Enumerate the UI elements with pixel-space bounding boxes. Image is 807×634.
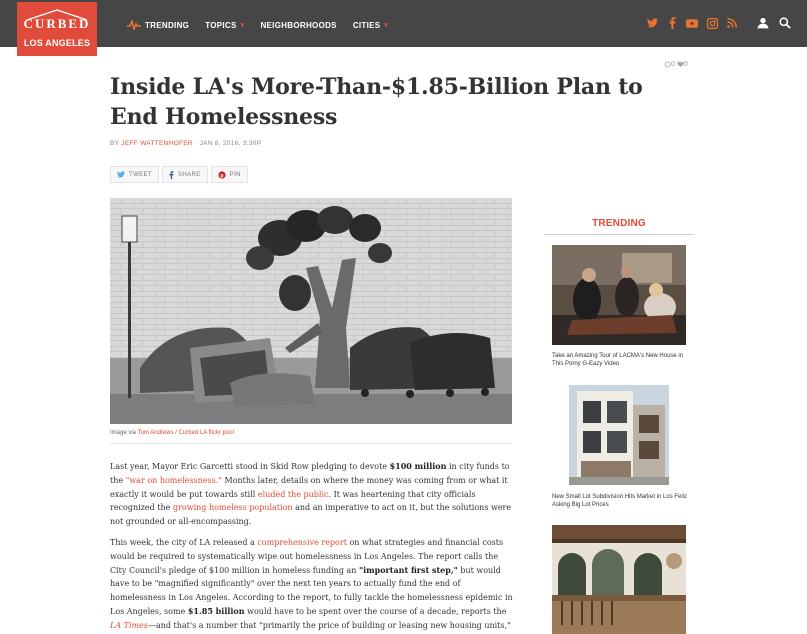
- pulse-icon: [127, 20, 141, 30]
- facebook-share-button[interactable]: SHARE: [162, 166, 208, 183]
- tweet-label: TWEET: [129, 171, 152, 178]
- p1-bold: $100 million: [389, 461, 447, 471]
- eluded-public-link[interactable]: eluded the public: [258, 490, 329, 499]
- comment-counter[interactable]: 0 0: [664, 61, 688, 68]
- svg-text:p: p: [220, 172, 223, 178]
- trending-heading: TRENDING: [592, 218, 646, 229]
- share-buttons: TWEET SHARE p PIN: [110, 166, 251, 183]
- trending-card-1-caption[interactable]: Take an Amazing Tour of LACMA's New Hous…: [552, 352, 692, 368]
- video-still-photo: [552, 245, 686, 345]
- byline: BY JEFF WATTENHOFER · JAN 8, 2016, 3:30P: [110, 140, 261, 147]
- pin-button[interactable]: p PIN: [210, 166, 248, 183]
- pinterest-icon: p: [218, 170, 226, 178]
- heart-icon: [677, 61, 684, 68]
- logo-city: LOS ANGELES: [23, 38, 91, 48]
- article-title: Inside LA's More-Than-$1.85-Billion Plan…: [110, 74, 643, 130]
- facebook-icon[interactable]: [666, 17, 678, 29]
- war-on-homelessness-link[interactable]: "war on homelessness.": [126, 476, 222, 485]
- byline-by: BY: [110, 140, 120, 147]
- trending-card-2-image[interactable]: [569, 385, 669, 485]
- caption-credit-link[interactable]: Tom Andrews / Curbed LA flickr pool: [138, 430, 234, 436]
- p2-text: This week, the city of LA released a: [110, 537, 255, 547]
- caret-down-icon: ▾: [384, 22, 389, 29]
- comment-count: 0: [671, 61, 675, 68]
- rss-icon[interactable]: [726, 17, 738, 29]
- user-icon[interactable]: [757, 17, 769, 29]
- share-label: SHARE: [178, 171, 201, 178]
- paragraph-2: This week, the city of LA released a com…: [110, 536, 514, 634]
- homeless-camp-photo: [110, 198, 512, 424]
- trending-card-2-caption[interactable]: New Small Lot Subdivision Hits Market in…: [552, 493, 692, 509]
- social-links: [646, 17, 746, 29]
- p2-bold: "important first step,": [358, 564, 458, 575]
- like-count: 0: [683, 61, 688, 68]
- pin-label: PIN: [229, 171, 241, 178]
- la-times-link[interactable]: LA Times: [110, 621, 148, 630]
- spanish-house-interior-photo: [552, 525, 686, 634]
- logo-word: CURBED: [23, 16, 91, 31]
- nav-neighborhoods-label: NEIGHBORHOODS: [260, 20, 337, 30]
- p1-text: and an imperative to act on it, but the …: [110, 503, 512, 527]
- publish-date: JAN 8, 2016, 3:30P: [199, 140, 262, 147]
- caption-divider: [110, 443, 512, 444]
- p1-text: Last year, Mayor Eric Garcetti stood in …: [110, 462, 388, 471]
- caret-down-icon: ▾: [240, 22, 245, 29]
- top-navigation-bar: TRENDING TOPICS ▾ NEIGHBORHOODS CITIES ▾: [0, 0, 807, 47]
- main-nav: TRENDING TOPICS ▾ NEIGHBORHOODS CITIES ▾: [127, 18, 404, 32]
- nav-cities-label: CITIES: [352, 20, 381, 30]
- search-icon[interactable]: [779, 17, 791, 29]
- comprehensive-report-link[interactable]: comprehensive report: [257, 538, 347, 547]
- nav-neighborhoods[interactable]: NEIGHBORHOODS: [260, 21, 336, 30]
- hero-image: [110, 198, 512, 424]
- youtube-icon[interactable]: [686, 17, 698, 29]
- trending-divider: [544, 234, 694, 235]
- image-caption: Image via Tom Andrews / Curbed LA flickr…: [110, 430, 234, 436]
- nav-cities[interactable]: CITIES ▾: [353, 21, 388, 30]
- facebook-icon: [169, 170, 174, 179]
- p2-text: —and that's a number that "primarily the…: [147, 620, 511, 630]
- article-body: Last year, Mayor Eric Garcetti stood in …: [110, 460, 514, 634]
- twitter-icon[interactable]: [646, 17, 658, 29]
- instagram-icon[interactable]: [706, 17, 718, 29]
- twitter-icon: [117, 171, 125, 178]
- p2-bold: $1.85 billion: [187, 605, 245, 616]
- tweet-button[interactable]: TWEET: [110, 166, 159, 183]
- nav-trending[interactable]: TRENDING: [127, 20, 189, 30]
- trending-card-3-image[interactable]: [552, 525, 686, 634]
- paragraph-1: Last year, Mayor Eric Garcetti stood in …: [110, 460, 514, 529]
- nav-topics[interactable]: TOPICS ▾: [205, 21, 244, 30]
- homeless-population-link[interactable]: growing homeless population: [173, 503, 293, 512]
- utility-icons: [757, 17, 801, 29]
- caption-prefix: Image via: [110, 430, 137, 436]
- townhouse-photo: [569, 385, 669, 485]
- comment-icon: [664, 61, 671, 68]
- p2-text: would have to be spent over the course o…: [247, 606, 507, 616]
- nav-trending-label: TRENDING: [145, 20, 190, 30]
- nav-topics-label: TOPICS: [205, 20, 237, 30]
- author-link[interactable]: JEFF WATTENHOFER: [121, 140, 193, 147]
- site-logo[interactable]: CURBED LOS ANGELES: [17, 2, 97, 56]
- trending-card-1-image[interactable]: [552, 245, 686, 345]
